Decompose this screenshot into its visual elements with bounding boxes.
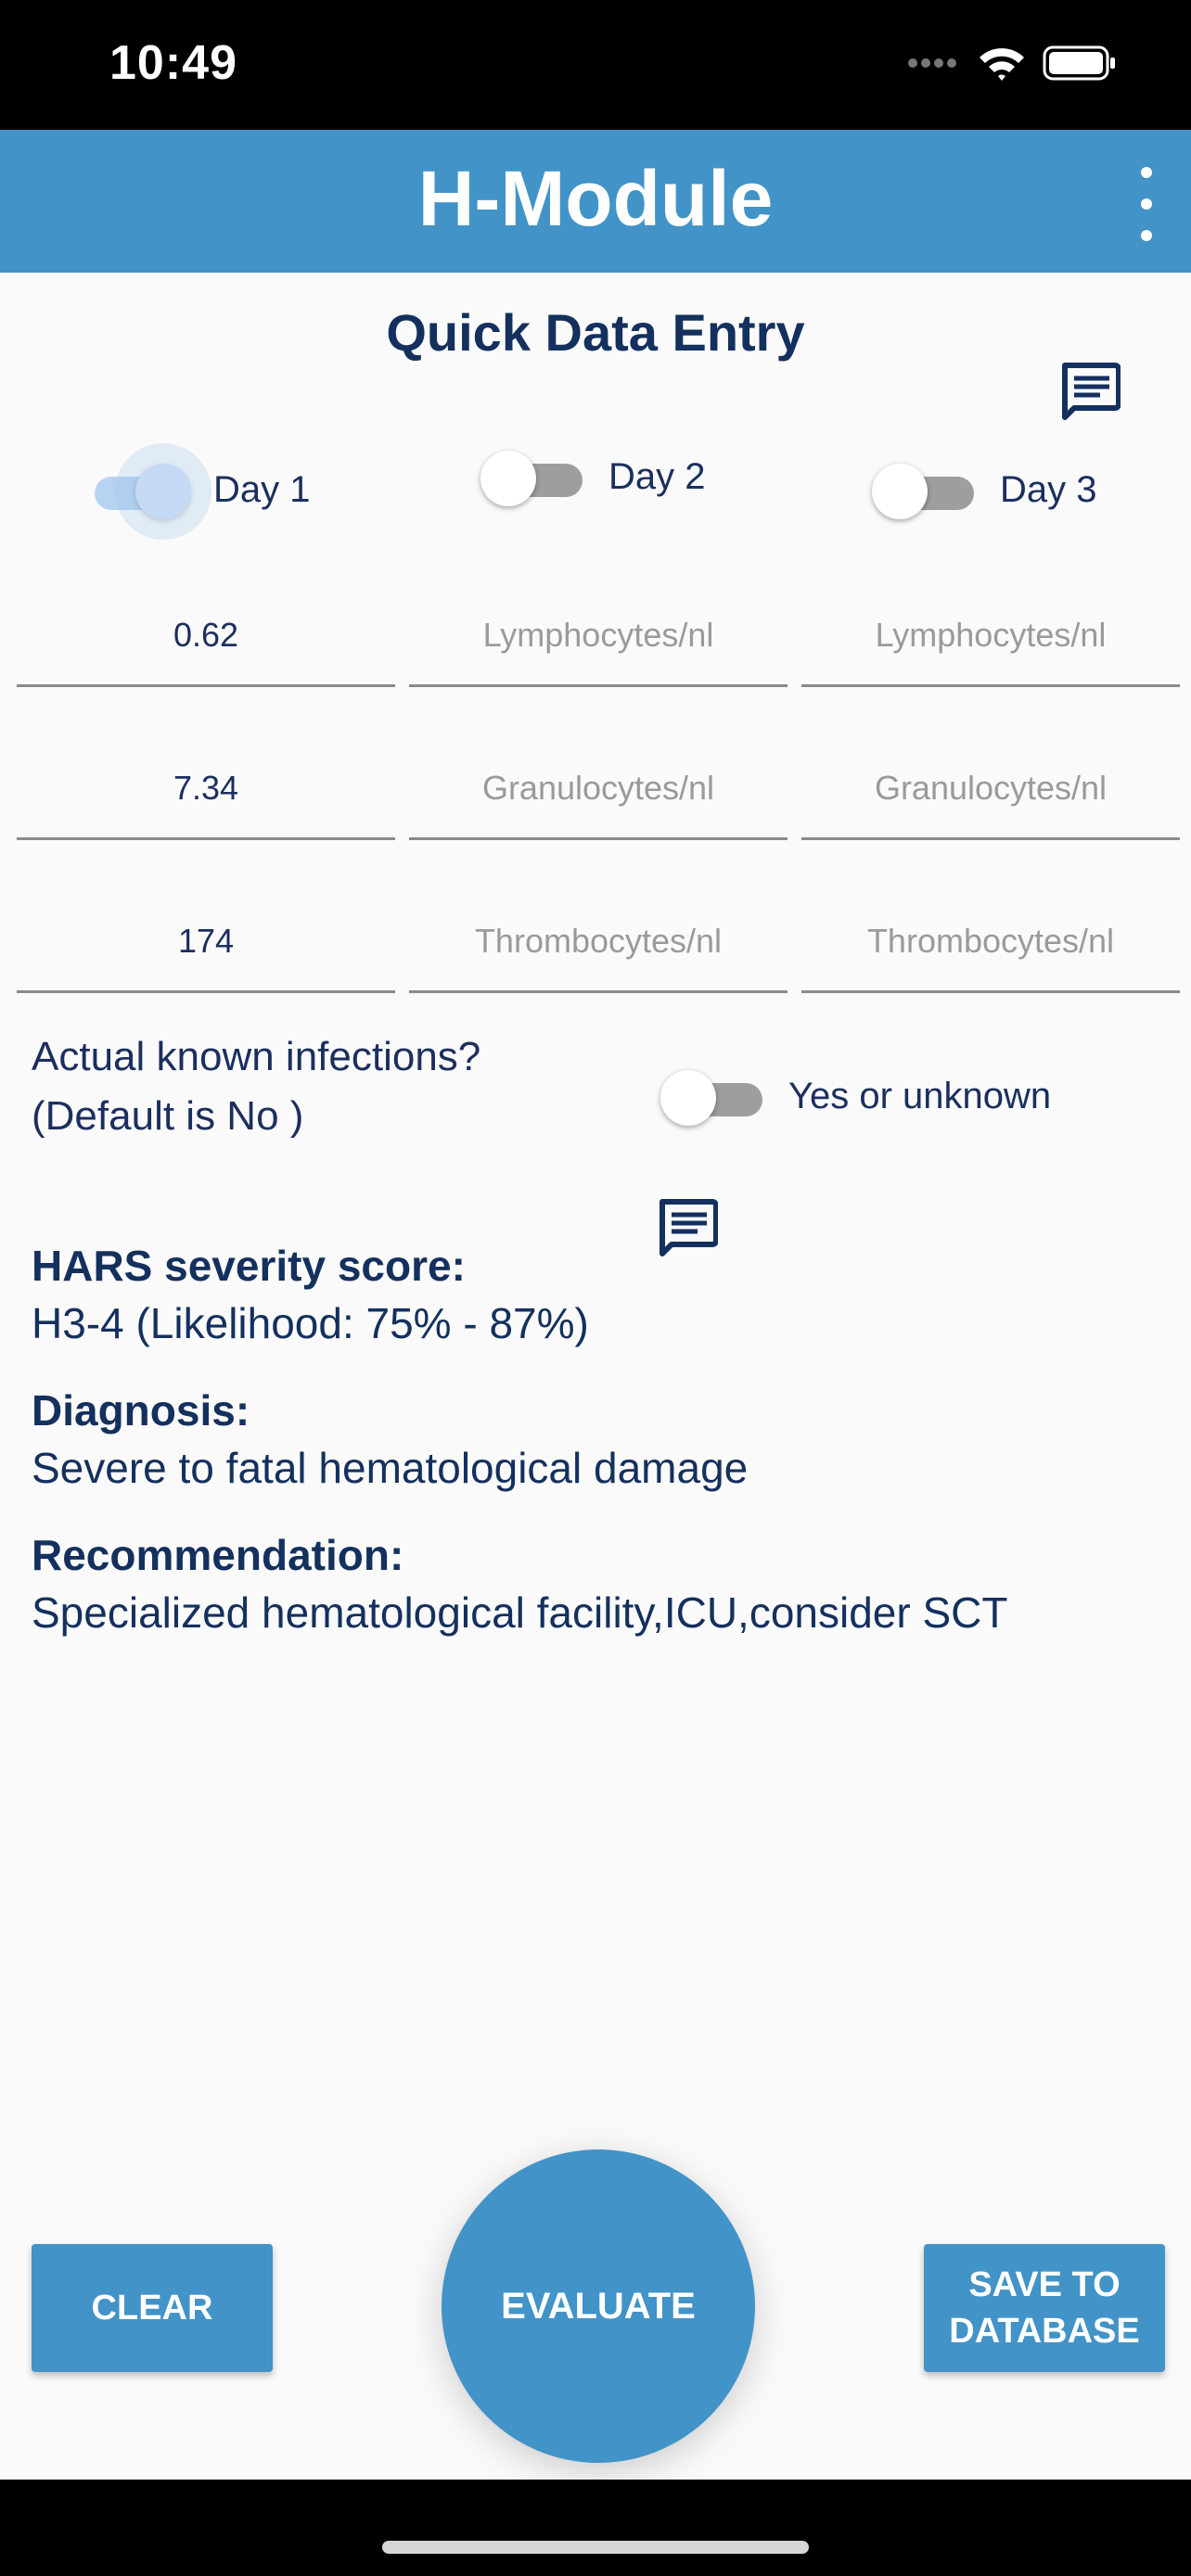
save-to-database-button[interactable]: SAVE TO DATABASE: [924, 2244, 1165, 2372]
day2-thrombocytes-field[interactable]: [409, 901, 788, 993]
diagnosis-label: Diagnosis:: [32, 1386, 250, 1435]
day1-granulocytes-field[interactable]: [17, 748, 395, 840]
day1-switch[interactable]: [85, 460, 191, 519]
day1-toggle-row[interactable]: Day 1: [85, 460, 311, 519]
hars-value: H3-4 (Likelihood: 75% - 87%): [32, 1299, 589, 1347]
day2-granulocytes-input[interactable]: [409, 748, 788, 828]
day3-lymphocytes-input[interactable]: [801, 595, 1180, 675]
recommendation-label: Recommendation:: [32, 1531, 404, 1579]
day2-switch[interactable]: [480, 447, 586, 506]
day3-granulocytes-input[interactable]: [801, 748, 1180, 828]
clear-button[interactable]: CLEAR: [32, 2244, 273, 2372]
day1-lymphocytes-field[interactable]: [17, 595, 395, 687]
day2-lymphocytes-field[interactable]: [409, 595, 788, 687]
comment-icon[interactable]: [657, 1198, 718, 1257]
day1-label: Day 1: [213, 468, 311, 510]
wifi-icon: [980, 48, 1024, 81]
day3-label: Day 3: [1000, 468, 1097, 510]
clear-button-label: CLEAR: [91, 2288, 213, 2327]
day1-granulocytes-input[interactable]: [17, 748, 395, 828]
battery-icon: [1043, 45, 1115, 81]
hars-label: HARS severity score:: [32, 1242, 466, 1290]
save-button-line2: DATABASE: [949, 2312, 1140, 2351]
infections-toggle-label: Yes or unknown: [788, 1075, 1052, 1116]
save-button-line1: SAVE TO: [968, 2265, 1121, 2304]
recommendation-value: Specialized hematological facility,ICU,c…: [32, 1588, 1008, 1637]
diagnosis-value: Severe to fatal hematological damage: [32, 1444, 749, 1492]
evaluate-button-label: EVALUATE: [501, 2285, 696, 2327]
page-title: Quick Data Entry: [386, 303, 805, 362]
status-time: 10:49: [109, 36, 237, 90]
status-icons: [907, 45, 1117, 82]
day1-thrombocytes-field[interactable]: [17, 901, 395, 993]
home-indicator[interactable]: [382, 2541, 809, 2554]
app-bar: H-Module: [0, 130, 1191, 273]
day3-thrombocytes-input[interactable]: [801, 901, 1180, 981]
day2-granulocytes-field[interactable]: [409, 748, 788, 840]
day3-toggle-row[interactable]: Day 3: [872, 460, 1097, 519]
day2-toggle-row[interactable]: Day 2: [480, 447, 706, 506]
evaluate-button[interactable]: EVALUATE: [442, 2149, 755, 2463]
day1-thrombocytes-input[interactable]: [17, 901, 395, 981]
day3-thrombocytes-field[interactable]: [801, 901, 1180, 993]
infections-toggle-row[interactable]: Yes or unknown: [660, 1066, 1051, 1126]
day2-thrombocytes-input[interactable]: [409, 901, 788, 981]
app-title: H-Module: [417, 155, 774, 242]
comment-icon[interactable]: [1059, 362, 1121, 421]
more-vert-icon[interactable]: [1128, 167, 1165, 241]
day3-granulocytes-field[interactable]: [801, 748, 1180, 840]
infections-switch[interactable]: [660, 1066, 766, 1126]
day2-lymphocytes-input[interactable]: [409, 595, 788, 675]
bottom-bar: [0, 2480, 1191, 2576]
day3-switch[interactable]: [872, 460, 978, 519]
signal-icon: [908, 58, 956, 68]
day1-lymphocytes-input[interactable]: [17, 595, 395, 675]
infections-question-line1: Actual known infections?: [32, 1034, 481, 1079]
status-bar: 10:49: [0, 0, 1191, 130]
infections-question-line2: (Default is No ): [32, 1093, 304, 1139]
day3-lymphocytes-field[interactable]: [801, 595, 1180, 687]
infections-question: Actual known infections? (Default is No …: [32, 1027, 480, 1146]
day2-label: Day 2: [608, 455, 706, 497]
